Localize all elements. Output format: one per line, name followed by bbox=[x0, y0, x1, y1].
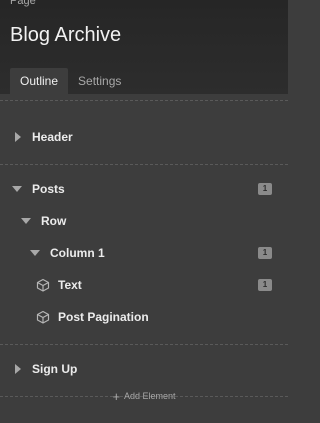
outline-item-label: Text bbox=[58, 278, 82, 292]
page-outline-panel: Page Blog Archive Outline Settings Heade… bbox=[0, 0, 288, 423]
caret-right-icon[interactable] bbox=[13, 132, 23, 142]
outline-item-header[interactable]: Header bbox=[0, 121, 288, 153]
outline-item-label: Posts bbox=[32, 182, 65, 196]
outline-item-posts[interactable]: Posts 1 bbox=[0, 173, 288, 205]
tab-bar: Outline Settings bbox=[10, 68, 131, 94]
panel-header: Page Blog Archive Outline Settings bbox=[0, 0, 288, 94]
plus-icon: + bbox=[112, 388, 121, 404]
module-cube-icon bbox=[36, 278, 50, 292]
add-element-label: Add Element bbox=[124, 391, 176, 401]
tab-outline[interactable]: Outline bbox=[10, 68, 69, 94]
outline-item-sign-up[interactable]: Sign Up bbox=[0, 353, 288, 385]
tab-settings[interactable]: Settings bbox=[68, 68, 131, 94]
outline-item-label: Header bbox=[32, 130, 73, 144]
child-count-badge: 1 bbox=[258, 247, 272, 259]
divider bbox=[0, 164, 288, 165]
add-element-button[interactable]: + Add Element bbox=[0, 387, 288, 405]
outline-item-label: Sign Up bbox=[32, 362, 78, 376]
outline-item-label: Post Pagination bbox=[58, 310, 149, 324]
caret-down-icon[interactable] bbox=[21, 216, 31, 226]
caret-right-icon[interactable] bbox=[13, 364, 23, 374]
child-count-badge: 1 bbox=[258, 279, 272, 291]
page-title: Blog Archive bbox=[10, 24, 122, 46]
caret-down-icon[interactable] bbox=[30, 248, 40, 258]
divider bbox=[0, 344, 288, 345]
outline-item-row[interactable]: Row bbox=[0, 205, 288, 237]
child-count-badge: 1 bbox=[258, 183, 272, 195]
outline-item-post-pagination[interactable]: Post Pagination bbox=[0, 301, 288, 333]
outline-item-text[interactable]: Text 1 bbox=[0, 269, 288, 301]
outline-item-column[interactable]: Column 1 1 bbox=[0, 237, 288, 269]
outline-item-label: Row bbox=[41, 214, 67, 228]
caret-down-icon[interactable] bbox=[12, 184, 22, 194]
page-kicker: Page bbox=[10, 0, 36, 7]
outline-item-label: Column 1 bbox=[50, 246, 105, 260]
module-cube-icon bbox=[36, 310, 50, 324]
divider bbox=[0, 100, 288, 101]
